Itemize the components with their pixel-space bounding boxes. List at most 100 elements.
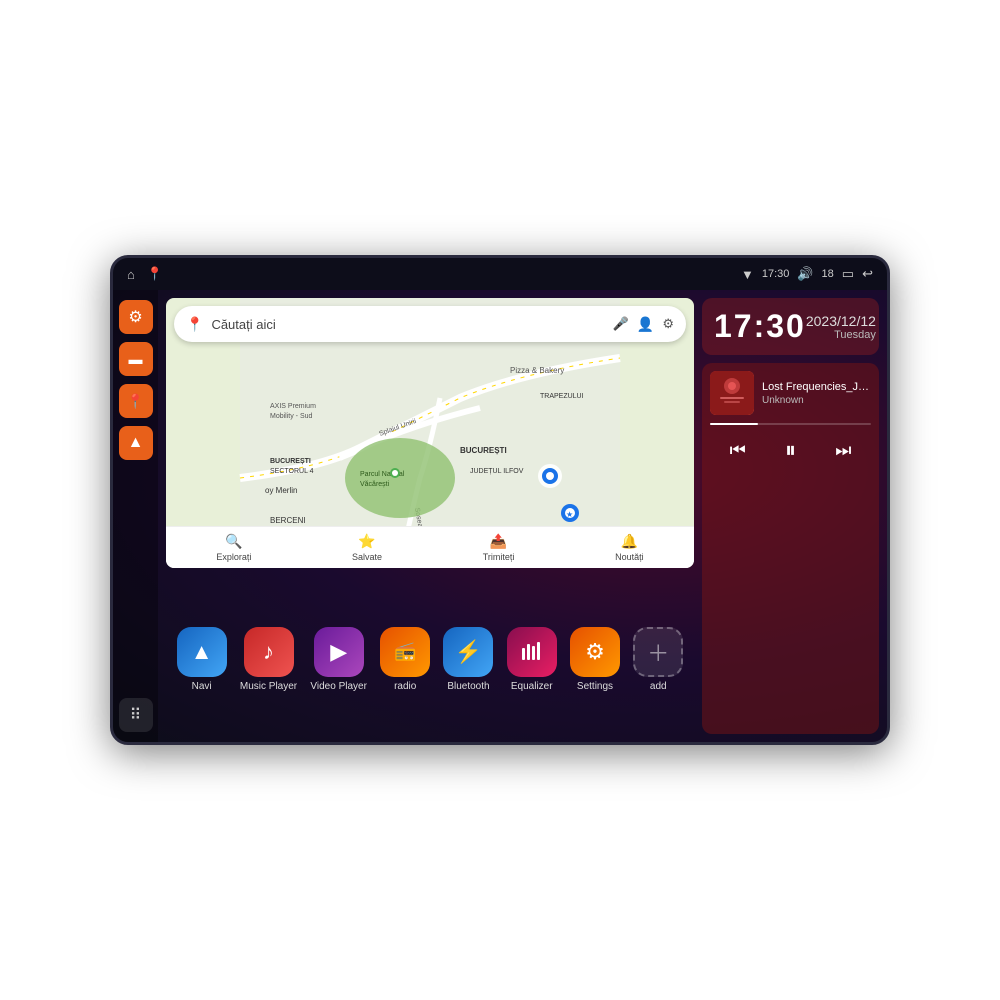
maps-icon[interactable]: 📍 (147, 266, 163, 282)
main-area: ⚙ ▬ 📍 ▲ ⠿ (113, 290, 887, 742)
bluetooth-icon: ⚡ (443, 627, 493, 677)
svg-text:BUCUREȘTI: BUCUREȘTI (460, 446, 507, 455)
music-artist: Unknown (762, 395, 871, 406)
saved-label: Salvate (352, 552, 382, 562)
map-container[interactable]: Splaiul Unirii Sosea Berceni Parcul Natu… (166, 298, 694, 568)
status-left: ⌂ 📍 (127, 266, 163, 282)
next-button[interactable]: ⏭ (827, 436, 859, 465)
app-music-player[interactable]: ♪ Music Player (240, 627, 297, 692)
video-player-icon: ▶ (314, 627, 364, 677)
volume-icon[interactable]: 🔊 (797, 266, 813, 282)
app-navi[interactable]: ▲ Navi (177, 627, 227, 692)
sidebar-nav-btn[interactable]: ▲ (119, 426, 153, 460)
equalizer-label: Equalizer (511, 681, 553, 692)
right-panel: 17:30 2023/12/12 Tuesday (702, 290, 887, 742)
music-title: Lost Frequencies_Janie... (762, 381, 871, 393)
explore-icon: 🔍 (225, 533, 242, 550)
share-icon: 📤 (490, 533, 507, 550)
prev-button[interactable]: ⏮ (722, 436, 754, 465)
battery-level: 18 (822, 268, 834, 280)
app-video-player[interactable]: ▶ Video Player (310, 627, 367, 692)
radio-label: radio (394, 681, 416, 692)
clock-widget: 17:30 2023/12/12 Tuesday (702, 298, 879, 355)
settings-label: Settings (577, 681, 613, 692)
car-display: ⌂ 📍 ▼ 17:30 🔊 18 ▭ ↩ ⚙ ▬ 📍 ▲ (110, 255, 890, 745)
google-maps-icon: 📍 (186, 316, 203, 333)
app-bluetooth[interactable]: ⚡ Bluetooth (443, 627, 493, 692)
clock-date-area: 2023/12/12 Tuesday (806, 313, 876, 341)
news-label: Noutăți (615, 552, 644, 562)
gear-icon: ⚙ (128, 307, 142, 327)
clock-date: 2023/12/12 (806, 313, 876, 329)
music-player-label: Music Player (240, 681, 297, 692)
clock-time: 17:30 (762, 268, 790, 280)
svg-text:SECTORUL 4: SECTORUL 4 (270, 468, 314, 475)
svg-text:Văcărești: Văcărești (360, 481, 390, 488)
search-text: Căutați aici (211, 317, 604, 332)
location-icon: 📍 (127, 393, 144, 410)
app-grid: ▲ Navi ♪ Music Player ▶ Video Player (158, 576, 702, 742)
bluetooth-label: Bluetooth (447, 681, 489, 692)
navi-label: Navi (192, 681, 212, 692)
app-equalizer[interactable]: Equalizer (507, 627, 557, 692)
home-icon[interactable]: ⌂ (127, 267, 135, 282)
music-progress-bar[interactable] (710, 423, 871, 425)
music-track-info: Lost Frequencies_Janie... Unknown (710, 371, 871, 415)
status-bar: ⌂ 📍 ▼ 17:30 🔊 18 ▭ ↩ (113, 258, 887, 290)
equalizer-icon (507, 627, 557, 677)
clock-day: Tuesday (806, 329, 876, 341)
map-nav-news[interactable]: 🔔 Noutăți (615, 533, 644, 562)
news-icon: 🔔 (621, 533, 638, 550)
svg-text:AXIS Premium: AXIS Premium (270, 403, 316, 410)
svg-text:BUCUREȘTI: BUCUREȘTI (270, 458, 311, 465)
sidebar-files-btn[interactable]: ▬ (119, 342, 153, 376)
apps-grid-icon: ⠿ (130, 705, 142, 725)
center-area: Splaiul Unirii Sosea Berceni Parcul Natu… (158, 290, 702, 742)
album-art (710, 371, 754, 415)
sidebar-apps-btn[interactable]: ⠿ (119, 698, 153, 732)
status-right: ▼ 17:30 🔊 18 ▭ ↩ (741, 266, 873, 282)
map-nav-explore[interactable]: 🔍 Explorați (216, 533, 251, 562)
signal-icon: ▼ (741, 267, 754, 282)
navi-icon: ▲ (177, 627, 227, 677)
files-icon: ▬ (129, 351, 143, 367)
svg-text:Mobility - Sud: Mobility - Sud (270, 413, 313, 420)
saved-icon: ⭐ (358, 533, 375, 550)
mic-icon[interactable]: 🎤 (613, 316, 629, 332)
add-icon: ＋ (633, 627, 683, 677)
map-nav-share[interactable]: 📤 Trimiteți (483, 533, 515, 562)
music-controls: ⏮ ⏸ ⏭ (710, 433, 871, 467)
music-meta: Lost Frequencies_Janie... Unknown (762, 381, 871, 406)
svg-text:TRAPEZULUI: TRAPEZULUI (540, 393, 584, 400)
nav-icon: ▲ (128, 434, 144, 452)
sidebar-settings-btn[interactable]: ⚙ (119, 300, 153, 334)
pause-button[interactable]: ⏸ (777, 433, 804, 467)
settings-icon: ⚙ (570, 627, 620, 677)
radio-icon: 📻 (380, 627, 430, 677)
svg-text:★: ★ (566, 510, 573, 519)
app-add[interactable]: ＋ add (633, 627, 683, 692)
sidebar: ⚙ ▬ 📍 ▲ ⠿ (113, 290, 158, 742)
back-icon[interactable]: ↩ (862, 266, 873, 282)
add-label: add (650, 681, 667, 692)
svg-text:JUDEȚUL ILFOV: JUDEȚUL ILFOV (470, 468, 524, 475)
video-player-label: Video Player (310, 681, 367, 692)
sidebar-location-btn[interactable]: 📍 (119, 384, 153, 418)
svg-text:Pizza & Bakery: Pizza & Bakery (510, 366, 564, 375)
map-nav-saved[interactable]: ⭐ Salvate (352, 533, 382, 562)
share-label: Trimiteți (483, 552, 515, 562)
svg-text:BERCENI: BERCENI (270, 516, 306, 525)
music-widget: Lost Frequencies_Janie... Unknown ⏮ ⏸ ⏭ (702, 363, 879, 734)
svg-text:oy Merlin: oy Merlin (265, 486, 297, 495)
settings-icon[interactable]: ⚙ (662, 316, 674, 332)
app-settings[interactable]: ⚙ Settings (570, 627, 620, 692)
app-radio[interactable]: 📻 radio (380, 627, 430, 692)
map-search-bar[interactable]: 📍 Căutați aici 🎤 👤 ⚙ (174, 306, 686, 342)
battery-icon: ▭ (842, 266, 854, 282)
music-player-icon: ♪ (244, 627, 294, 677)
account-icon[interactable]: 👤 (637, 316, 654, 333)
explore-label: Explorați (216, 552, 251, 562)
music-progress-fill (710, 423, 758, 425)
map-nav: 🔍 Explorați ⭐ Salvate 📤 Trimiteți 🔔 Nout… (166, 526, 694, 568)
widget-clock-time: 17:30 (714, 308, 806, 345)
